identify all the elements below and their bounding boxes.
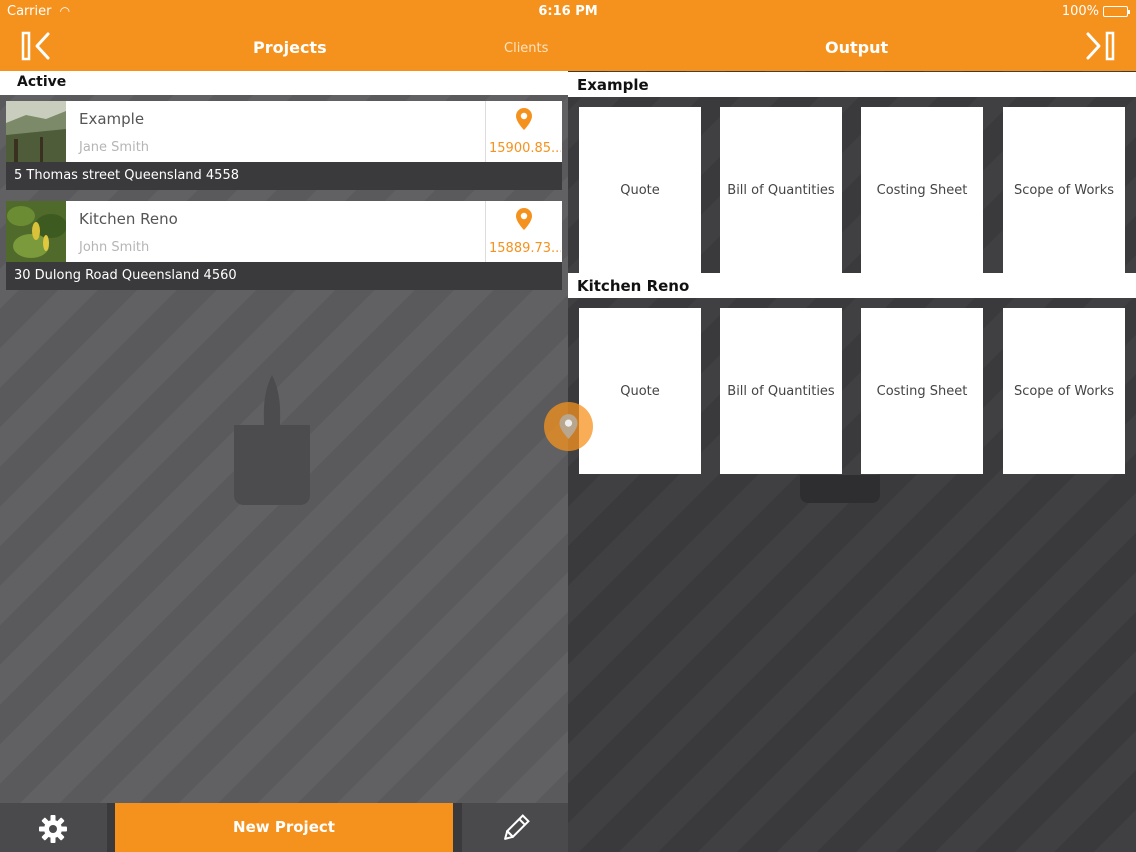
project-item[interactable]: Example Jane Smith 15900.85... 5 Thomas … [6, 101, 562, 190]
project-thumbnail [6, 201, 66, 262]
project-location[interactable]: 15889.73... [485, 201, 562, 262]
doc-quote[interactable]: Quote [579, 107, 701, 273]
location-pin-icon [559, 414, 578, 439]
output-group-title: Kitchen Reno [577, 277, 690, 295]
doc-label: Bill of Quantities [727, 384, 835, 399]
project-address: 30 Dulong Road Queensland 4560 [6, 262, 562, 290]
background-logo [234, 375, 310, 505]
doc-label: Costing Sheet [876, 183, 968, 198]
doc-bill-of-quantities[interactable]: Bill of Quantities [720, 308, 842, 474]
top-bar: Carrier ◠ 6:16 PM 100% Projects Clients … [0, 0, 1136, 71]
location-pin-icon [516, 108, 532, 130]
doc-label: Quote [620, 183, 660, 198]
output-group-title: Example [577, 76, 649, 94]
new-project-button[interactable]: New Project [115, 803, 453, 852]
project-client: John Smith [79, 240, 150, 255]
project-item[interactable]: Kitchen Reno John Smith 15889.73... 30 D… [6, 201, 562, 290]
doc-label: Bill of Quantities [727, 183, 835, 198]
tab-output[interactable]: Output [825, 38, 888, 57]
section-title: Active [17, 74, 67, 90]
project-address: 5 Thomas street Queensland 4558 [6, 162, 562, 190]
output-pane: Example Quote Bill of Quantities Costing… [568, 71, 1136, 852]
doc-label: Costing Sheet [876, 384, 968, 399]
project-thumbnail [6, 101, 66, 162]
bottom-toolbar: New Project [0, 803, 568, 852]
doc-scope-of-works[interactable]: Scope of Works [1003, 308, 1125, 474]
doc-label: Scope of Works [1013, 183, 1115, 198]
gear-icon[interactable] [38, 814, 68, 844]
pencil-icon[interactable] [500, 814, 530, 844]
doc-quote[interactable]: Quote [579, 308, 701, 474]
map-toggle-button[interactable] [544, 402, 593, 451]
doc-scope-of-works[interactable]: Scope of Works [1003, 107, 1125, 273]
project-location[interactable]: 15900.85... [485, 101, 562, 162]
section-header-active: Active [0, 71, 568, 95]
doc-label: Scope of Works [1013, 384, 1115, 399]
project-client: Jane Smith [79, 140, 150, 155]
battery-label: 100% [1061, 4, 1099, 19]
project-card[interactable]: Kitchen Reno John Smith 15889.73... [6, 201, 562, 262]
output-group-header: Kitchen Reno [568, 273, 1136, 298]
project-name: Kitchen Reno [79, 210, 178, 228]
project-name: Example [79, 110, 145, 128]
doc-costing-sheet[interactable]: Costing Sheet [861, 107, 983, 273]
battery-icon [1103, 6, 1130, 17]
doc-label: Quote [620, 384, 660, 399]
projects-pane: Active Example Jane Smith 15900.85... 5 … [0, 71, 568, 852]
project-value: 15889.73... [489, 241, 561, 256]
new-project-container: New Project [107, 803, 462, 852]
background-logo [800, 475, 880, 503]
status-time: 6:16 PM [538, 4, 598, 19]
status-battery: 100% [1061, 4, 1130, 19]
tab-projects[interactable]: Projects [253, 38, 327, 57]
project-value: 15900.85... [489, 141, 561, 156]
doc-costing-sheet[interactable]: Costing Sheet [861, 308, 983, 474]
output-group-header: Example [568, 72, 1136, 97]
location-pin-icon [516, 208, 532, 230]
collapse-left-icon[interactable] [20, 30, 54, 62]
collapse-right-icon[interactable] [1082, 30, 1116, 62]
doc-bill-of-quantities[interactable]: Bill of Quantities [720, 107, 842, 273]
tab-clients[interactable]: Clients [504, 41, 548, 56]
project-card[interactable]: Example Jane Smith 15900.85... [6, 101, 562, 162]
